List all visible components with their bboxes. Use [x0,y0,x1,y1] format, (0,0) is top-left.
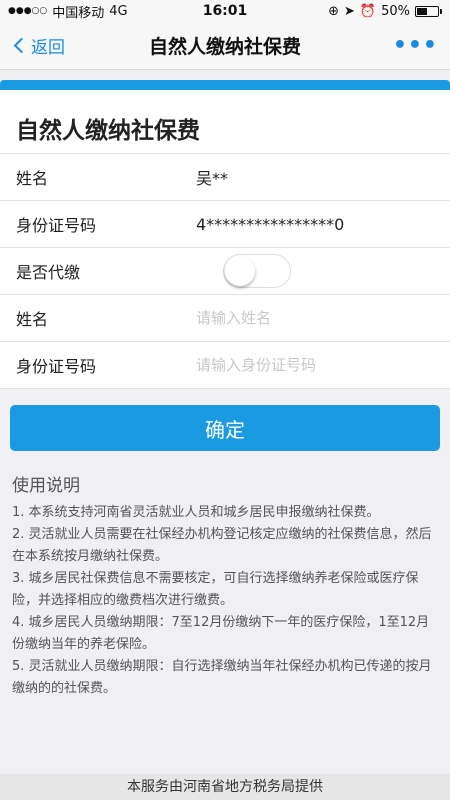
main-content: 自然人缴纳社保费 姓名 吴** 身份证号码 4****************0… [0,70,450,700]
footer-provider: 本服务由河南省地方税务局提供 [0,774,450,800]
network-type: 4G [109,3,128,19]
proxy-toggle[interactable] [223,254,292,288]
more-options-icon[interactable]: ••• [393,33,438,58]
name-value: 吴** [196,169,229,188]
lock-rotation-icon: ⊕ [328,3,339,19]
agent-id-label: 身份证号码 [16,357,97,376]
id-label: 身份证号码 [16,216,97,235]
instruction-item: 2. 灵活就业人员需要在社保经办机构登记核定应缴纳的社保费信息，然后在本系统按月… [12,527,432,564]
form-title: 自然人缴纳社保费 [0,90,450,154]
instruction-item: 3. 城乡居民社保费信息不需要核定，可自行选择缴纳养老保险或医疗保险，并选择相应… [12,571,419,608]
name-row: 姓名 吴** [0,154,450,201]
nav-bar: 返回 自然人缴纳社保费 ••• [0,22,450,70]
toggle-knob [225,256,256,286]
agent-name-row: 姓名 [0,295,450,342]
chevron-left-icon [13,37,30,54]
header-band [0,80,450,90]
back-label: 返回 [31,38,65,58]
agent-id-row: 身份证号码 [0,342,450,389]
agent-name-input[interactable] [196,309,396,327]
battery-percent: 50% [381,3,410,19]
proxy-label: 是否代缴 [16,263,81,282]
agent-id-input[interactable] [196,356,396,374]
alarm-icon: ⏰ [359,3,377,19]
confirm-button[interactable]: 确定 [10,405,440,451]
instruction-item: 5. 灵活就业人员缴纳期限：自行选择缴纳当年社保经办机构已传递的按月缴纳的的社保… [12,659,432,696]
location-icon: ➤ [344,3,355,19]
signal-icon: ●●●○○ [8,6,48,16]
id-row: 身份证号码 4****************0 [0,201,450,248]
instruction-item: 4. 城乡居民人员缴纳期限：7至12月份缴纳下一年的医疗保险，1至12月份缴纳当… [12,615,430,652]
carrier-name: 中国移动 [52,5,105,21]
nav-title: 自然人缴纳社保费 [148,36,301,58]
status-right: ⊕ ➤ ⏰ 50% [328,4,442,19]
confirm-wrap: 确定 [0,389,450,451]
proxy-row: 是否代缴 [0,248,450,295]
instruction-item: 1. 本系统支持河南省灵活就业人员和城乡居民申报缴纳社保费。 [12,505,380,520]
back-button[interactable]: 返回 [12,33,65,58]
agent-name-label: 姓名 [16,310,49,329]
instructions-title: 使用说明 [12,476,80,496]
form-card: 自然人缴纳社保费 姓名 吴** 身份证号码 4****************0… [0,90,450,389]
name-label: 姓名 [16,169,49,188]
battery-icon [415,5,442,17]
instructions: 使用说明 1. 本系统支持河南省灵活就业人员和城乡居民申报缴纳社保费。 2. 灵… [0,451,450,700]
status-bar: ●●●○○ 中国移动 4G 16:01 ⊕ ➤ ⏰ 50% [0,0,450,22]
id-value: 4****************0 [196,214,345,234]
status-left: ●●●○○ 中国移动 4G [8,2,128,21]
